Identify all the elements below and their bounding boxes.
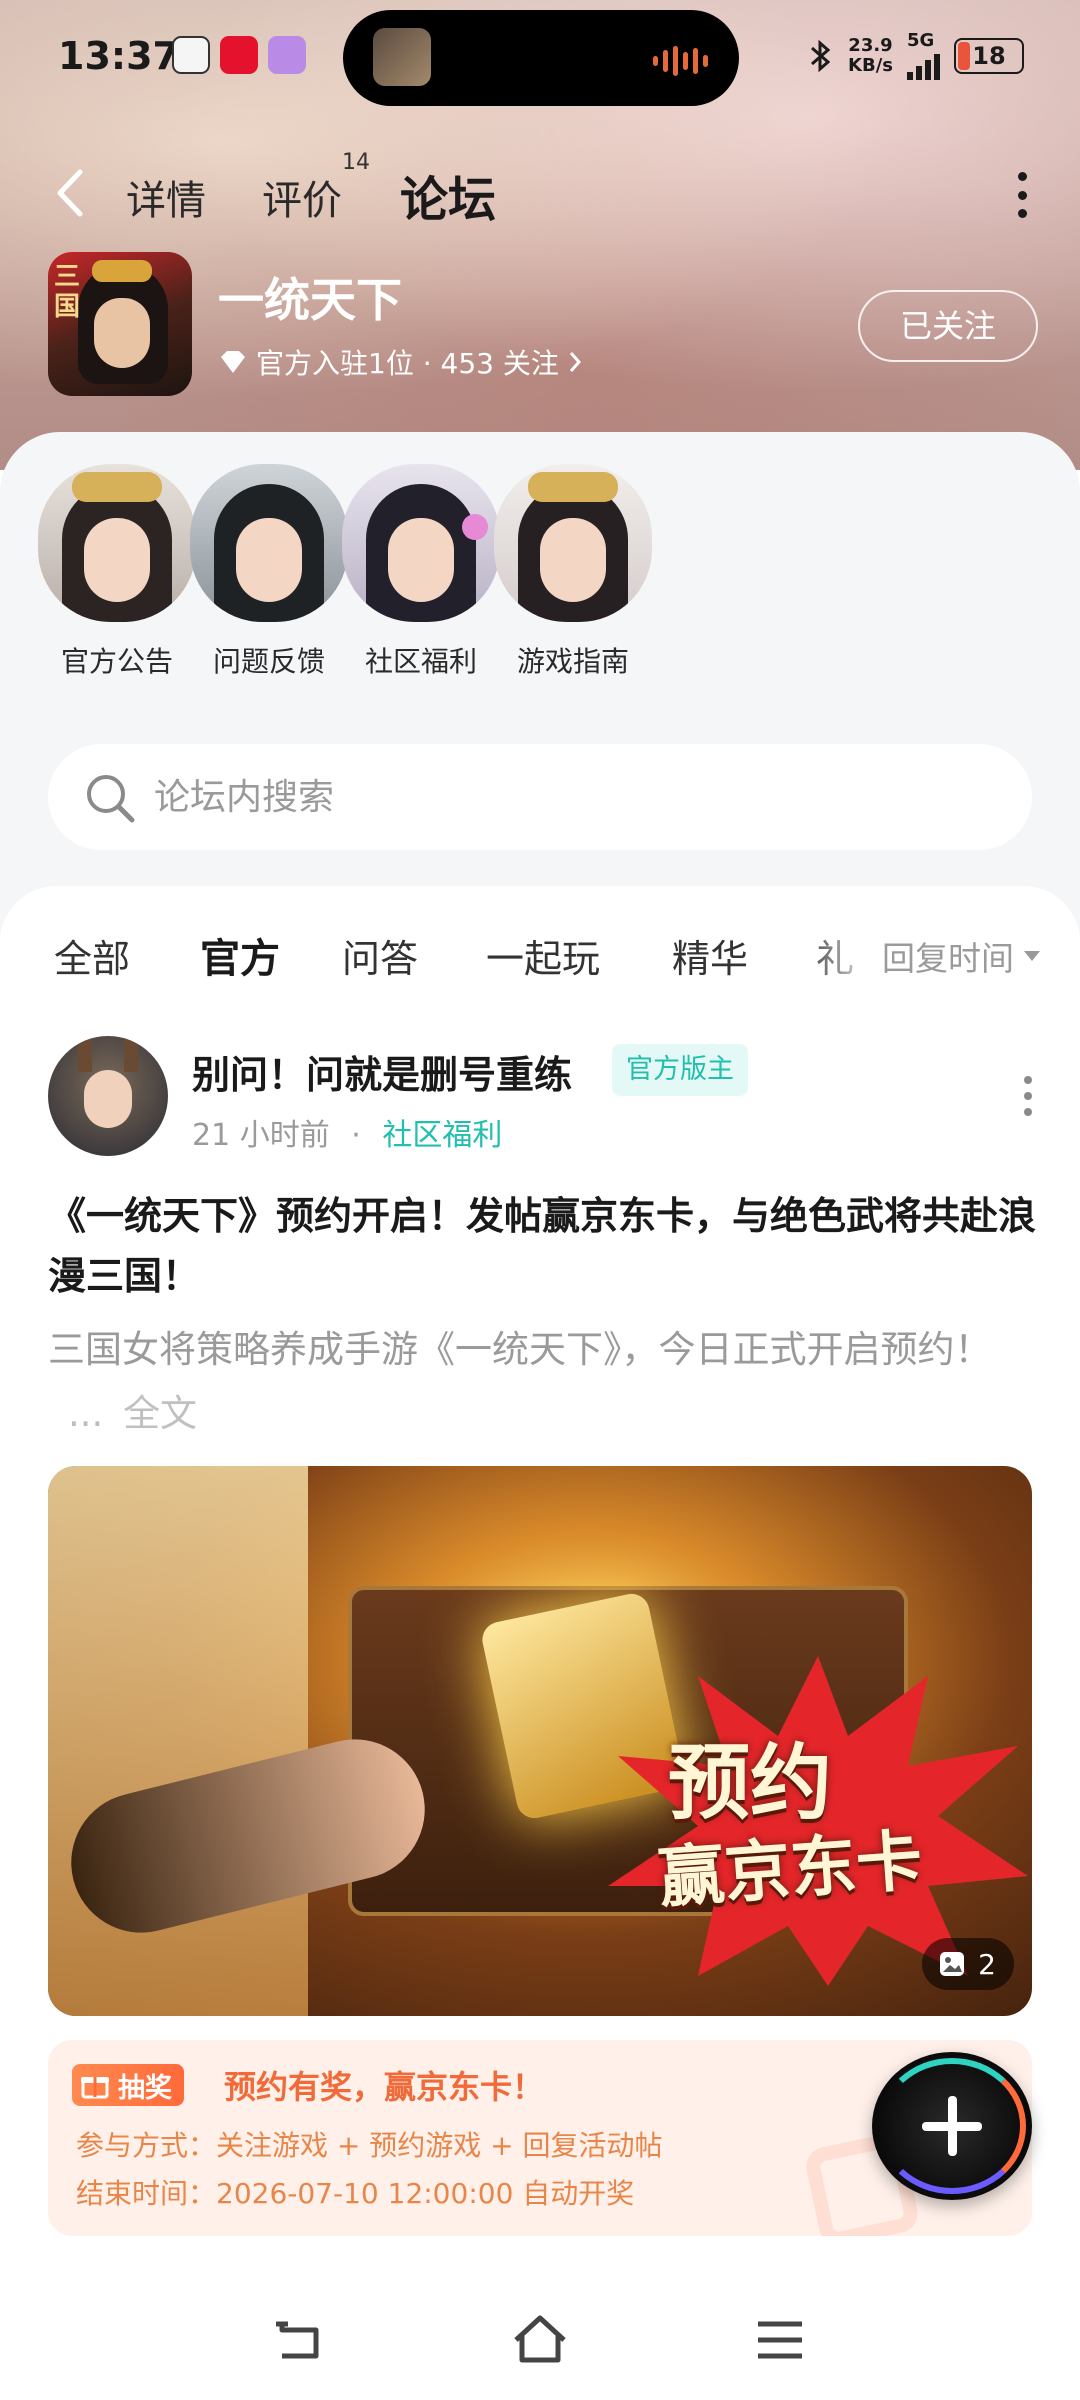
top-nav: 详情 评价 14 论坛 [0, 150, 1080, 240]
diamond-icon [221, 351, 245, 373]
post-category[interactable]: 社区福利 [382, 1118, 502, 1153]
lottery-end-time: 结束时间：2026-07-10 12:00:00 自动开奖 [76, 2177, 635, 2210]
notes-app-icon [172, 36, 210, 74]
game-name: 一统天下 [218, 273, 402, 327]
home-nav-icon[interactable] [510, 2310, 570, 2370]
tab-reviews[interactable]: 评价 [262, 168, 342, 226]
game-header: 三国 一统天下 官方入驻1位 · 453 关注 已关注 [48, 250, 1038, 400]
media-thumbnail [373, 28, 431, 86]
battery-level: 18 [972, 42, 1006, 70]
forum-search[interactable] [48, 744, 1032, 850]
lottery-method: 参与方式：关注游戏 + 预约游戏 + 回复活动帖 [76, 2129, 663, 2162]
quick-link-feedback[interactable]: 问题反馈 [184, 464, 354, 680]
announcements-avatar [38, 464, 196, 622]
quick-link-guide[interactable]: 游戏指南 [488, 464, 658, 680]
guide-avatar [494, 464, 652, 622]
tab-featured[interactable]: 精华 [672, 928, 748, 983]
post-time: 21 小时前 [192, 1118, 330, 1153]
post-title[interactable]: 《一统天下》预约开启！发帖赢京东卡，与绝色武将共赴浪漫三国！ [48, 1186, 1038, 1306]
caret-down-icon [1024, 951, 1040, 961]
feedback-avatar [190, 464, 348, 622]
tab-play-together[interactable]: 一起玩 [486, 928, 600, 983]
post-meta: 21 小时前 · 社区福利 [192, 1118, 503, 1153]
dynamic-island[interactable] [343, 10, 739, 106]
quick-link-welfare[interactable]: 社区福利 [336, 464, 506, 680]
tab-forum[interactable]: 论坛 [400, 160, 497, 234]
status-time: 13:37 [58, 34, 179, 78]
status-bar: 13:37 23.9 KB/s 5G 18 [0, 0, 1080, 110]
audio-wave-icon [653, 46, 708, 76]
menu-nav-icon[interactable] [750, 2310, 810, 2370]
battery-icon: 18 [954, 38, 1024, 74]
gift-icon [81, 2077, 109, 2099]
system-nav-bar [0, 2280, 1080, 2400]
quick-links: 官方公告 问题反馈 社区福利 游戏指南 [32, 464, 1052, 704]
lottery-title: 预约有奖，赢京东卡！ [224, 2068, 545, 2106]
tab-details[interactable]: 详情 [126, 168, 206, 226]
role-badge: 官方版主 [612, 1044, 748, 1096]
follow-button[interactable]: 已关注 [858, 290, 1038, 362]
lottery-tag: 抽奖 [72, 2064, 184, 2106]
tab-qa[interactable]: 问答 [342, 928, 418, 983]
author-name[interactable]: 别问！问就是删号重练 [192, 1044, 572, 1099]
back-arrow-icon[interactable] [52, 168, 92, 218]
search-input[interactable] [154, 744, 994, 850]
net-speed: 23.9 KB/s [848, 35, 893, 76]
chevron-right-icon [569, 352, 581, 372]
game-logo[interactable]: 三国 [48, 252, 192, 396]
back-nav-icon[interactable] [270, 2310, 330, 2370]
game-logo-text: 三国 [54, 262, 81, 322]
tmall-app-icon [220, 36, 258, 74]
game-meta[interactable]: 官方入驻1位 · 453 关注 [218, 342, 583, 382]
sort-dropdown[interactable]: 回复时间 [872, 932, 1040, 980]
search-icon [87, 775, 135, 823]
more-options-icon[interactable] [1016, 172, 1028, 218]
reviews-count: 14 [342, 150, 370, 175]
tabs-fade [800, 886, 880, 1036]
post-more-icon[interactable] [1022, 1076, 1034, 1116]
image-count-badge: 2 [922, 1938, 1014, 1990]
signal-icon [907, 50, 940, 80]
full-text-link[interactable]: 全文 [123, 1392, 197, 1435]
image-subline: 赢京东卡 [656, 1821, 925, 1918]
purple-app-icon [268, 36, 306, 74]
bluetooth-icon [811, 39, 831, 73]
post-summary[interactable]: 三国女将策略养成手游《一统天下》，今日正式开启预约！ ... 全文 [48, 1318, 1038, 1446]
tab-official[interactable]: 官方 [200, 926, 280, 988]
filter-tabs: 全部 官方 问答 一起玩 精华 礼 回复时间 [0, 886, 1080, 1036]
network-type: 5G [907, 32, 940, 80]
tab-all[interactable]: 全部 [54, 928, 130, 983]
new-post-button[interactable] [872, 2052, 1032, 2200]
author-avatar[interactable] [48, 1036, 168, 1156]
status-indicators: 23.9 KB/s 5G 18 [808, 28, 1024, 84]
image-icon [940, 1952, 965, 1976]
quick-link-announcements[interactable]: 官方公告 [32, 464, 202, 680]
welfare-avatar [342, 464, 500, 622]
post-image[interactable]: 预约 赢京东卡 2 [48, 1466, 1032, 2016]
